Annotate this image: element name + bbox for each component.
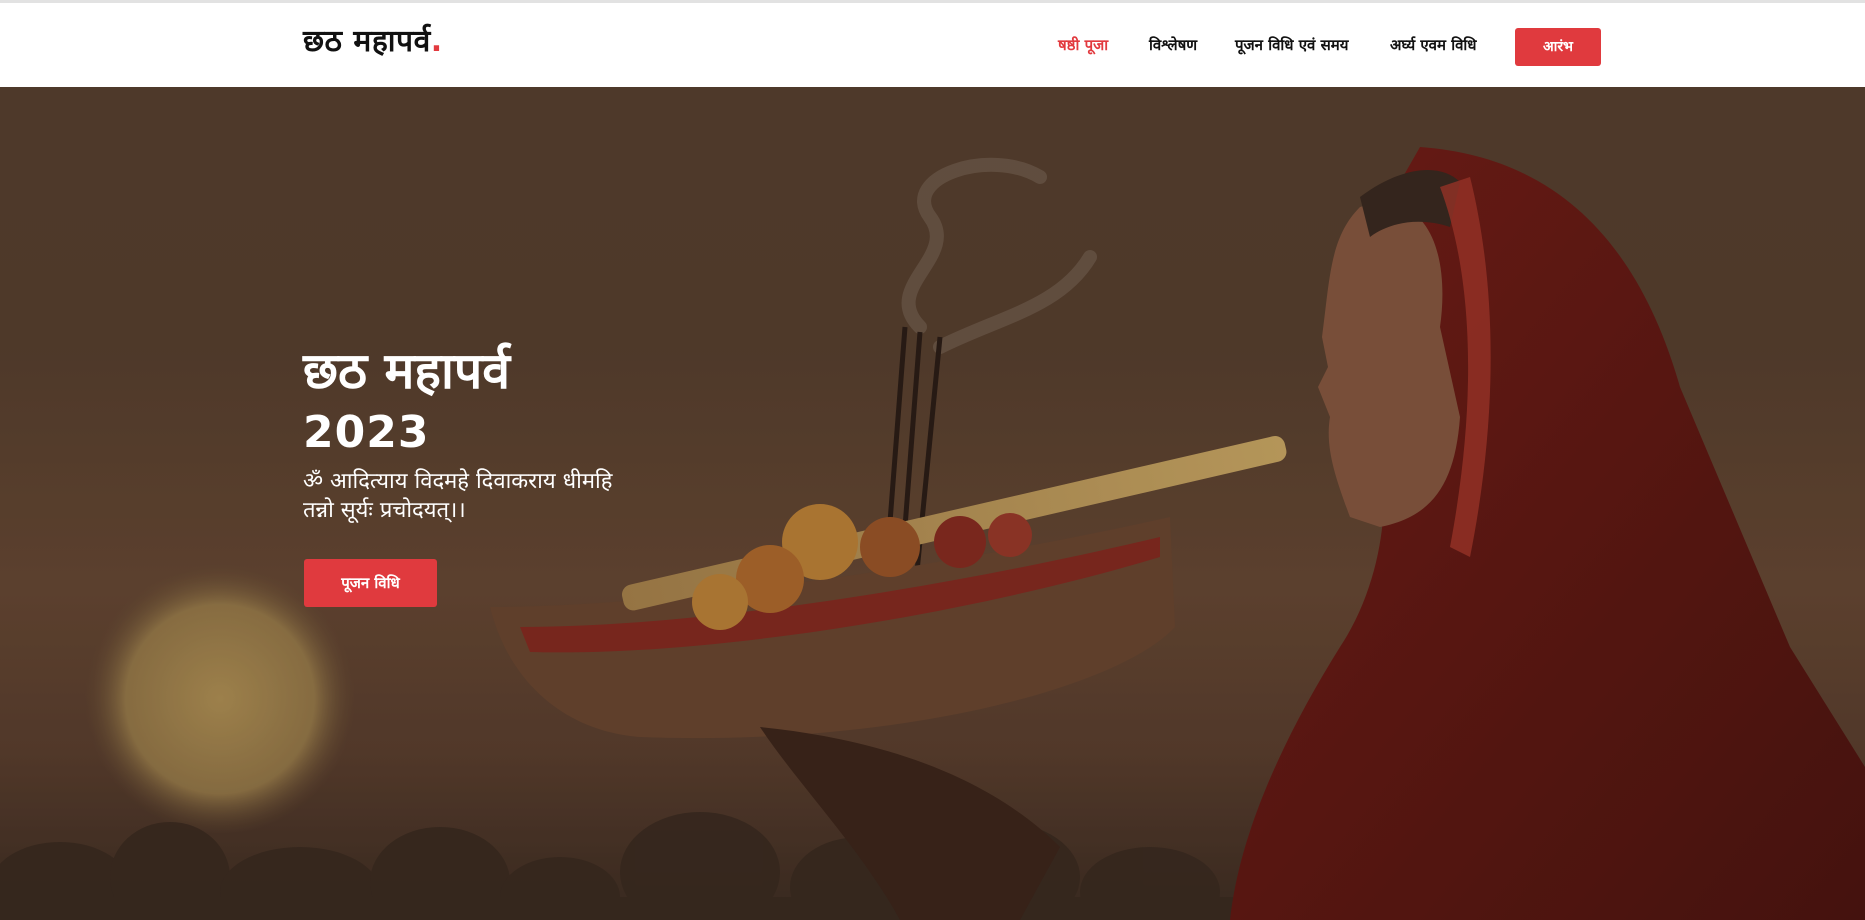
nav-item-vishleshan[interactable]: विश्लेषण	[1149, 35, 1197, 55]
hero-banner: छठ महापर्व 2023 ॐ आदित्याय विदमहे दिवाकर…	[0, 87, 1865, 920]
nav-item-pujan-vidhi-samay[interactable]: पूजन विधि एवं समय	[1235, 35, 1348, 55]
hero-year: 2023	[303, 407, 430, 458]
pujan-vidhi-button[interactable]: पूजन विधि	[304, 559, 437, 607]
nav-item-shashthi-puja[interactable]: षष्ठी पूजा	[1058, 35, 1108, 55]
mantra-line-1: ॐ आदित्याय विदमहे दिवाकराय धीमहि	[303, 469, 613, 494]
start-button[interactable]: आरंभ	[1515, 28, 1601, 66]
nav-item-arghya-vidhi[interactable]: अर्घ्य एवम विधि	[1390, 35, 1477, 55]
hero-background-image	[0, 87, 1865, 920]
mantra-line-2: तन्नो सूर्यः प्रचोदयत्।।	[303, 498, 466, 523]
hero-title: छठ महापर्व	[303, 342, 511, 400]
site-header: छठ महापर्व. षष्ठी पूजा विश्लेषण पूजन विध…	[0, 3, 1865, 87]
hero-mantra: ॐ आदित्याय विदमहे दिवाकराय धीमहि तन्नो स…	[303, 467, 743, 525]
